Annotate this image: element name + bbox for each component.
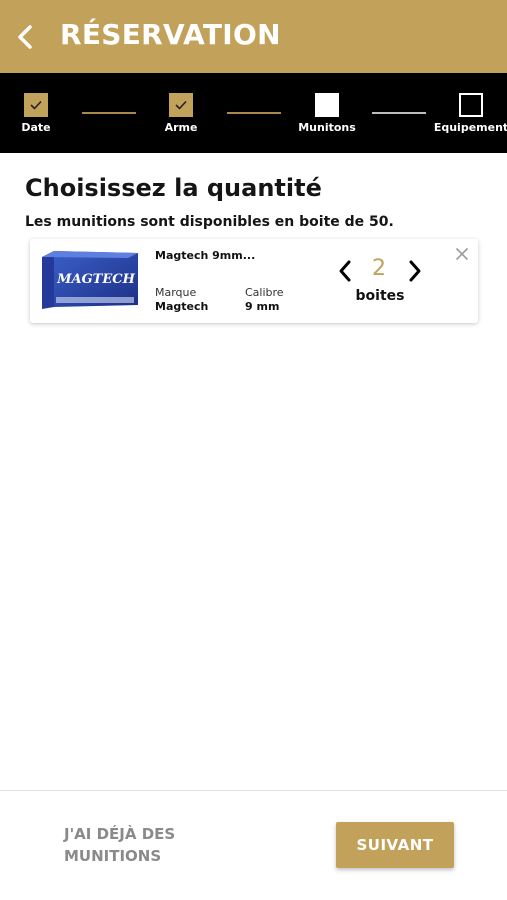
- quantity-unit: boites: [355, 288, 405, 304]
- step-equipement[interactable]: Equipement: [433, 93, 507, 134]
- product-name: Magtech 9mm...: [155, 249, 256, 262]
- already-have-ammo-button[interactable]: J'AI DÉJÀ DES MUNITIONS: [64, 823, 214, 867]
- page-title: RÉSERVATION: [60, 18, 281, 51]
- step-label: Munitons: [298, 121, 356, 134]
- increase-quantity-button[interactable]: [404, 258, 426, 284]
- step-munitions[interactable]: Munitons: [298, 93, 356, 134]
- caliber-label: Calibre: [245, 286, 284, 299]
- step-checkbox: [24, 93, 48, 117]
- check-icon: [30, 100, 42, 110]
- section-title: Choisissez la quantité: [25, 174, 322, 202]
- stepper-connector: [82, 112, 136, 114]
- step-date[interactable]: Date: [21, 93, 51, 134]
- back-button[interactable]: [10, 20, 40, 54]
- close-icon: [455, 247, 469, 261]
- chevron-left-icon: [339, 260, 351, 282]
- chevron-left-icon: [18, 25, 32, 49]
- product-image-brand: MAGTECH: [56, 272, 136, 287]
- next-button[interactable]: SUIVANT: [336, 822, 454, 868]
- app-header: RÉSERVATION: [0, 0, 507, 73]
- chevron-right-icon: [409, 260, 421, 282]
- step-checkbox: [315, 93, 339, 117]
- stepper-connector: [227, 112, 281, 114]
- product-image: MAGTECH: [42, 251, 138, 309]
- quantity-value: 2: [372, 256, 386, 281]
- step-arme[interactable]: Arme: [164, 93, 198, 134]
- brand-label: Marque: [155, 286, 197, 299]
- check-icon: [175, 100, 187, 110]
- brand-value: Magtech: [155, 300, 209, 313]
- reservation-stepper: Date Arme Munitons Equipement: [0, 73, 507, 153]
- step-label: Arme: [164, 121, 198, 134]
- step-label: Date: [21, 121, 51, 134]
- remove-product-button[interactable]: [453, 245, 471, 263]
- step-label: Equipement: [433, 121, 507, 134]
- step-checkbox: [169, 93, 193, 117]
- stepper-connector: [372, 112, 426, 114]
- step-checkbox: [459, 93, 483, 117]
- decrease-quantity-button[interactable]: [334, 258, 356, 284]
- caliber-value: 9 mm: [245, 300, 280, 313]
- footer-bar: J'AI DÉJÀ DES MUNITIONS SUIVANT: [0, 790, 507, 900]
- product-card: MAGTECH Magtech 9mm... Marque Magtech Ca…: [30, 239, 478, 323]
- section-subtitle: Les munitions sont disponibles en boite …: [25, 214, 394, 230]
